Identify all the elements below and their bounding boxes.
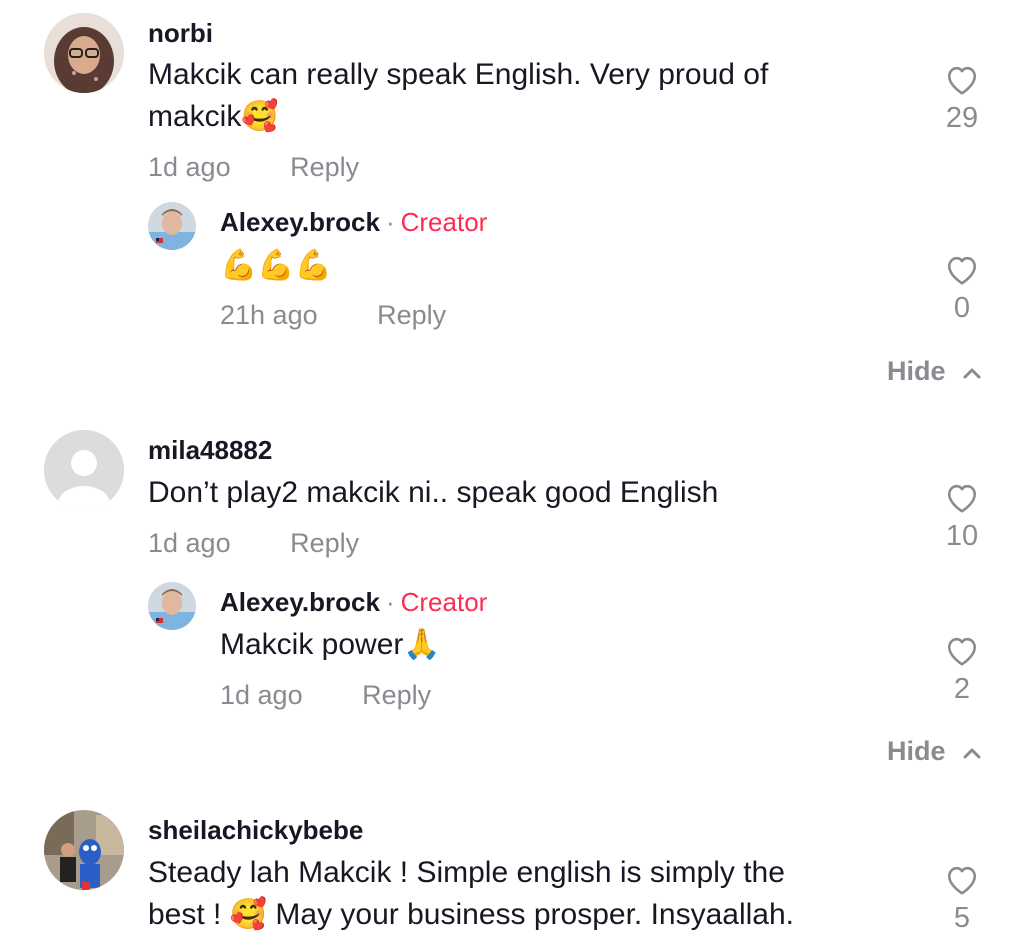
like-button[interactable]: 0	[932, 252, 992, 325]
like-count: 0	[953, 292, 971, 324]
avatar[interactable]	[44, 13, 124, 93]
like-button[interactable]: 10	[932, 480, 992, 553]
comment-username[interactable]: norbi	[148, 18, 213, 49]
like-count: 2	[953, 673, 971, 705]
reply-button[interactable]: Reply	[290, 152, 359, 182]
avatar[interactable]	[148, 582, 196, 630]
heart-outline-icon	[947, 484, 977, 513]
comment-meta: 1d ago Reply	[148, 528, 359, 559]
heart-outline-icon	[947, 66, 977, 95]
comment-text: Makcik can really speak English. Very pr…	[148, 54, 908, 138]
creator-badge: Creator	[400, 207, 488, 237]
comment-text: Don’t play2 makcik ni.. speak good Engli…	[148, 476, 719, 509]
separator-dot: ·	[385, 587, 395, 617]
hide-replies-button[interactable]: Hide	[887, 736, 982, 767]
avatar[interactable]	[148, 202, 196, 250]
heart-outline-icon	[947, 866, 977, 895]
avatar[interactable]	[44, 430, 124, 510]
reply-meta: 1d ago Reply	[220, 680, 431, 711]
heart-outline-icon	[947, 256, 977, 285]
reply-meta: 21h ago Reply	[220, 300, 446, 331]
reply-text: 💪💪💪	[220, 249, 333, 282]
reply-text: Makcik power🙏	[220, 628, 441, 661]
avatar[interactable]	[44, 810, 124, 890]
like-count: 10	[945, 520, 979, 552]
like-count: 29	[945, 102, 979, 134]
like-button[interactable]: 2	[932, 633, 992, 706]
like-count: 5	[953, 902, 971, 934]
reply-button[interactable]: Reply	[290, 528, 359, 558]
comment-text-line: best ! 🥰 May your business prosper. Insy…	[148, 898, 794, 931]
reply-time: 1d ago	[220, 680, 303, 710]
reply-username[interactable]: Alexey.brock	[220, 207, 380, 237]
comment-time: 1d ago	[148, 528, 231, 558]
hide-label: Hide	[887, 736, 946, 766]
reply-username[interactable]: Alexey.brock	[220, 587, 380, 617]
chevron-up-icon	[963, 368, 981, 379]
chevron-up-icon	[963, 748, 981, 759]
reply-username-line: Alexey.brock · Creator	[220, 207, 487, 238]
comment-text-line: makcik🥰	[148, 100, 279, 133]
comment-time: 1d ago	[148, 152, 231, 182]
separator-dot: ·	[385, 207, 395, 237]
reply-username-line: Alexey.brock · Creator	[220, 587, 487, 618]
comment-username[interactable]: sheilachickybebe	[148, 815, 363, 846]
hide-replies-button[interactable]: Hide	[887, 356, 982, 387]
comment-meta: 1d ago Reply	[148, 152, 359, 183]
hide-label: Hide	[887, 356, 946, 386]
default-avatar-icon	[44, 430, 124, 510]
reply-time: 21h ago	[220, 300, 318, 330]
comment-username[interactable]: mila48882	[148, 435, 272, 466]
comment-text-line: Makcik can really speak English. Very pr…	[148, 58, 769, 91]
heart-outline-icon	[947, 637, 977, 666]
comment-text-line: Steady lah Makcik ! Simple english is si…	[148, 856, 785, 889]
reply-button[interactable]: Reply	[362, 680, 431, 710]
like-button[interactable]: 5	[932, 862, 992, 935]
like-button[interactable]: 29	[932, 62, 992, 135]
creator-badge: Creator	[400, 587, 488, 617]
comment-text: Steady lah Makcik ! Simple english is si…	[148, 852, 908, 936]
reply-button[interactable]: Reply	[377, 300, 446, 330]
